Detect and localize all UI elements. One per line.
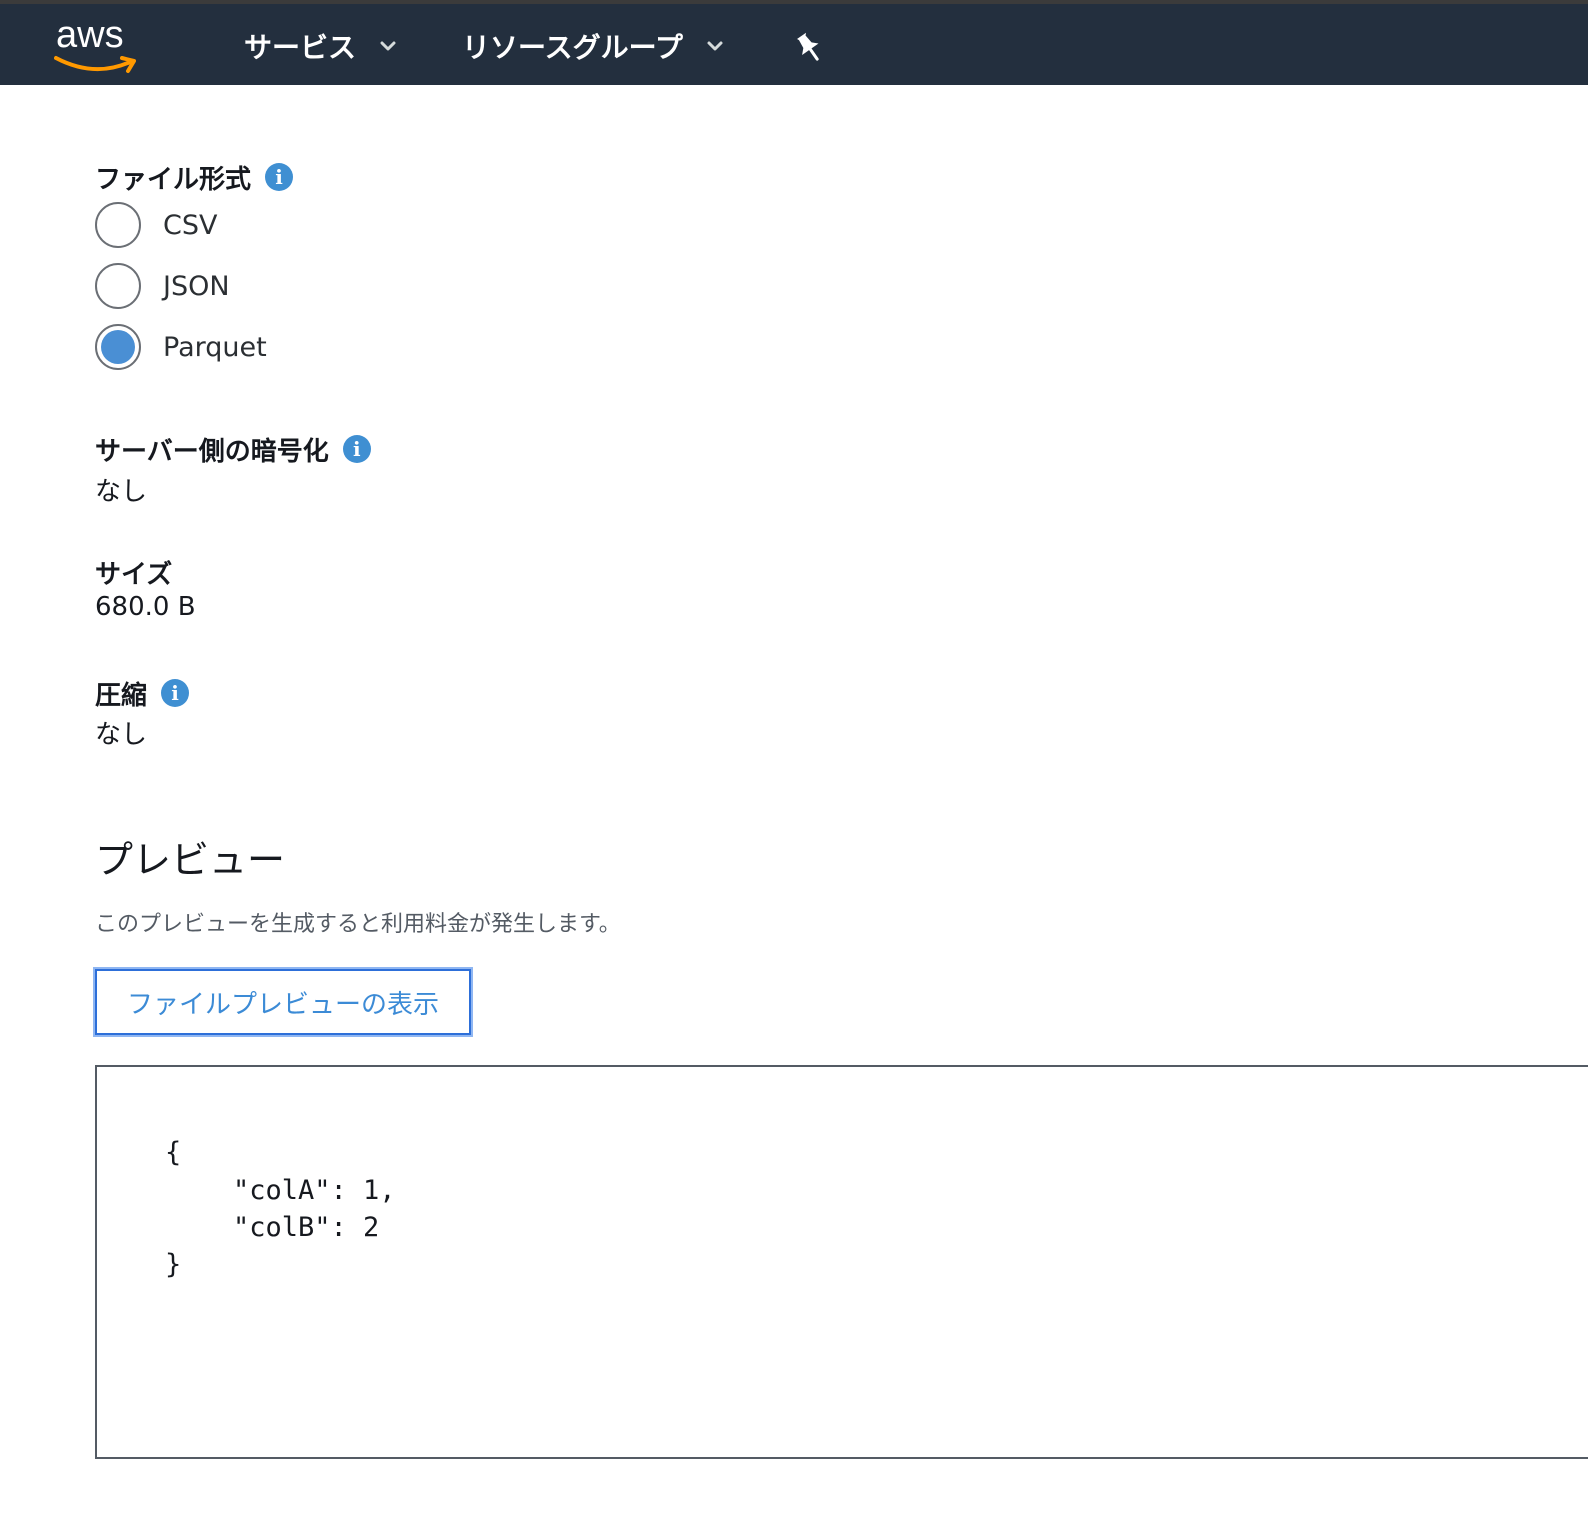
aws-logo[interactable]: aws bbox=[54, 14, 140, 78]
chevron-down-icon bbox=[707, 41, 723, 51]
encryption-value: なし bbox=[95, 477, 148, 507]
radio-option-parquet[interactable]: Parquet bbox=[95, 322, 267, 372]
radio-button[interactable] bbox=[95, 263, 141, 309]
resource-groups-menu-label: リソースグループ bbox=[462, 31, 683, 64]
file-format-label: ファイル形式 bbox=[95, 164, 252, 195]
radio-label-csv: CSV bbox=[163, 209, 218, 241]
radio-button[interactable] bbox=[95, 202, 141, 248]
compression-value: なし bbox=[95, 720, 148, 750]
services-menu[interactable]: サービス bbox=[244, 26, 398, 66]
code-line: { bbox=[165, 1137, 182, 1168]
code-line: "colB": 2 bbox=[233, 1212, 380, 1243]
encryption-heading: サーバー側の暗号化 i bbox=[95, 432, 371, 467]
preview-title: プレビュー bbox=[95, 838, 286, 882]
radio-option-csv[interactable]: CSV bbox=[95, 200, 217, 250]
pin-icon[interactable] bbox=[792, 30, 824, 66]
show-file-preview-button[interactable]: ファイルプレビューの表示 bbox=[95, 969, 471, 1035]
compression-heading: 圧縮 i bbox=[95, 676, 190, 711]
radio-label-json: JSON bbox=[163, 270, 230, 302]
top-navigation-bar: aws サービス リソースグループ bbox=[0, 0, 1588, 85]
aws-logo-text: aws bbox=[56, 14, 124, 56]
show-file-preview-button-label: ファイルプレビューの表示 bbox=[126, 989, 439, 1020]
info-icon[interactable]: i bbox=[161, 679, 190, 707]
chevron-down-icon bbox=[380, 41, 396, 51]
preview-cost-note: このプレビューを生成すると利用料金が発生します。 bbox=[95, 912, 621, 937]
info-icon[interactable]: i bbox=[265, 163, 294, 191]
services-menu-label: サービス bbox=[244, 31, 357, 64]
size-label: サイズ bbox=[95, 559, 173, 590]
resource-groups-menu[interactable]: リソースグループ bbox=[462, 26, 725, 66]
file-format-heading: ファイル形式 i bbox=[95, 160, 294, 195]
info-icon[interactable]: i bbox=[342, 435, 371, 463]
size-heading: サイズ bbox=[95, 555, 173, 590]
encryption-label: サーバー側の暗号化 bbox=[95, 436, 329, 467]
code-line: "colA": 1, bbox=[233, 1175, 396, 1206]
compression-label: 圧縮 bbox=[95, 680, 148, 711]
code-line: } bbox=[165, 1249, 182, 1280]
preview-output-box: { "colA": 1, "colB": 2 } bbox=[95, 1065, 1588, 1459]
radio-option-json[interactable]: JSON bbox=[95, 261, 230, 311]
size-value: 680.0 B bbox=[95, 592, 196, 622]
radio-button-selected[interactable] bbox=[95, 324, 141, 370]
aws-smile-icon bbox=[54, 56, 136, 73]
radio-label-parquet: Parquet bbox=[163, 331, 267, 363]
